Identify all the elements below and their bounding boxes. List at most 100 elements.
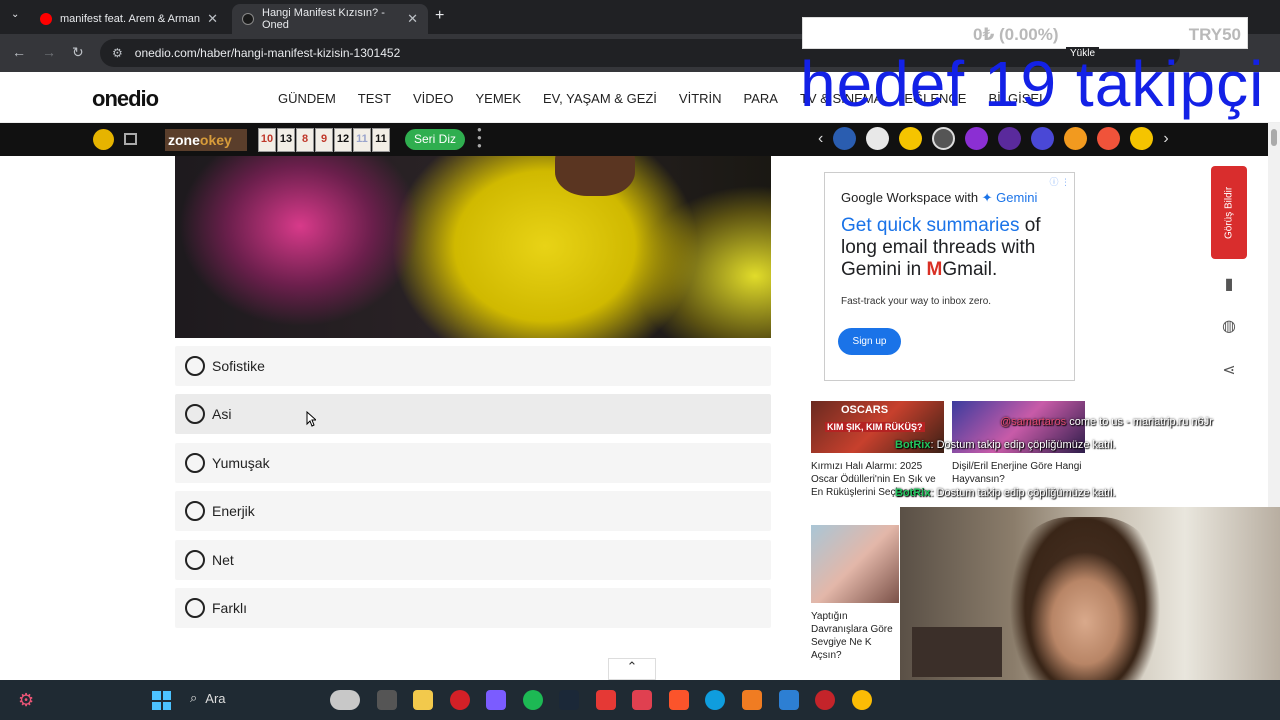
share-icon[interactable]: ⋖ <box>1220 362 1238 380</box>
quiz-option[interactable]: Sofistike <box>175 346 771 386</box>
hero-face <box>555 156 635 196</box>
tab-onedio[interactable]: Hangi Manifest Kızısın? - Oned ✕ <box>232 4 428 34</box>
radio-icon[interactable] <box>185 452 205 473</box>
okey-tile[interactable]: 11 <box>372 128 390 152</box>
chat-text: come to us - mariatrip.ru n6Jr <box>1069 416 1213 428</box>
quiz-option[interactable]: Yumuşak <box>175 442 771 483</box>
search-icon: ⌕ <box>190 690 198 705</box>
okey-tile[interactable]: 10 <box>258 128 276 152</box>
radio-icon[interactable] <box>185 597 205 618</box>
opera-icon[interactable] <box>450 690 470 710</box>
chat-text: Dostum takip edip çöpliğümüze katıl. <box>936 487 1116 499</box>
nav-item-video[interactable]: VİDEO <box>413 91 453 106</box>
nav-item-para[interactable]: PARA <box>744 91 778 106</box>
quiz-option[interactable]: Enerjik <box>175 491 771 532</box>
task-view-icon[interactable] <box>377 690 397 710</box>
window-icon[interactable] <box>124 133 137 145</box>
nav-item-ev-yasam-gezi[interactable]: EV, YAŞAM & GEZİ <box>543 91 657 106</box>
story-carousel: ‹ › <box>818 127 1169 150</box>
story-icon[interactable] <box>1031 127 1055 150</box>
scroll-to-top-button[interactable]: ⌃ <box>608 658 656 680</box>
vscode-icon[interactable] <box>779 690 799 710</box>
onedio-logo[interactable]: onedio <box>92 86 159 112</box>
quiz-option-label: Enerjik <box>212 503 255 520</box>
smiley-icon[interactable] <box>93 129 114 150</box>
gemini-ad[interactable]: ⓘ ⋮ Google Workspace with ✦ Gemini Get q… <box>824 172 1075 381</box>
comments-icon[interactable]: ◍ <box>1220 318 1238 336</box>
back-icon[interactable]: ← <box>12 44 26 60</box>
zone-okey-logo[interactable]: zoneokey <box>165 129 247 151</box>
url-text: onedio.com/haber/hangi-manifest-kizisin-… <box>134 46 401 60</box>
close-tab-icon[interactable]: ✕ <box>407 11 418 27</box>
chevron-left-icon[interactable]: ‹ <box>818 130 823 148</box>
app-icon[interactable] <box>742 690 762 710</box>
tab-search-icon[interactable]: ⌄ <box>11 9 19 20</box>
nav-item-gundem[interactable]: GÜNDEM <box>278 91 336 106</box>
scrollbar-thumb[interactable] <box>1271 129 1277 146</box>
forward-icon[interactable]: → <box>42 44 56 60</box>
okey-label: okey <box>199 132 232 148</box>
brave-icon[interactable] <box>669 690 689 710</box>
feedback-button[interactable]: Görüş Bildir <box>1211 166 1247 259</box>
file-explorer-icon[interactable] <box>413 690 433 710</box>
story-icon[interactable] <box>1064 127 1088 150</box>
steam-icon[interactable] <box>559 690 579 710</box>
quiz-question-image <box>175 156 771 338</box>
radio-icon[interactable] <box>185 404 205 425</box>
spotify-icon[interactable] <box>523 690 543 710</box>
quiz-option[interactable]: Farklı <box>175 587 771 628</box>
ad-info-icon[interactable]: ⓘ ⋮ <box>1049 175 1070 188</box>
story-icon[interactable] <box>899 127 923 150</box>
tab-title: manifest feat. Arem & Arman <box>60 13 201 25</box>
seri-diz-button[interactable]: Seri Diz <box>405 129 465 150</box>
taskbar-search[interactable]: ⌕ Ara <box>190 690 226 706</box>
okey-tile[interactable]: 12 <box>334 128 352 152</box>
heart-eyes-icon[interactable] <box>1097 127 1121 150</box>
bookmark-icon[interactable]: ▮ <box>1220 276 1238 294</box>
radio-icon[interactable] <box>185 549 205 570</box>
quiz-option-label: Yumuşak <box>212 454 270 471</box>
radio-icon[interactable] <box>185 356 205 376</box>
sign-up-button[interactable]: Sign up <box>838 328 901 355</box>
chat-user: @samartaros <box>1000 416 1067 428</box>
quiz-option[interactable]: Asi <box>175 394 771 435</box>
price-change: 0₺ (0.00%) <box>973 25 1059 44</box>
chat-user: BotRix <box>895 487 931 499</box>
close-tab-icon[interactable]: ✕ <box>207 11 218 27</box>
settings-icon[interactable]: ⚙ <box>18 690 34 711</box>
okey-tiles: 10 13 8 9 12 11 11 <box>258 128 390 152</box>
nav-item-vitrin[interactable]: VİTRİN <box>679 91 722 106</box>
site-info-icon[interactable]: ⚙ <box>112 46 123 60</box>
quiz-option[interactable]: Net <box>175 539 771 580</box>
more-dots-icon[interactable]: ● ● ● <box>477 126 482 150</box>
new-tab-icon[interactable]: + <box>435 7 444 25</box>
okey-tile[interactable]: 9 <box>315 128 333 152</box>
nav-item-yemek[interactable]: YEMEK <box>475 91 521 106</box>
app-icon[interactable] <box>632 690 652 710</box>
okey-tile[interactable]: 8 <box>296 128 314 152</box>
app-icon[interactable] <box>596 690 616 710</box>
radio-icon[interactable] <box>185 501 205 522</box>
vivaldi-icon[interactable] <box>815 690 835 710</box>
story-icon[interactable] <box>965 127 989 150</box>
story-icon[interactable] <box>833 127 857 150</box>
story-icon[interactable] <box>932 127 956 150</box>
sad-face-icon[interactable] <box>1130 127 1154 150</box>
ad-headline-end: Gmail. <box>942 259 998 280</box>
youtube-favicon-icon <box>40 13 52 25</box>
story-icon[interactable] <box>998 127 1022 150</box>
reload-icon[interactable]: ↻ <box>72 44 84 61</box>
chevron-right-icon[interactable]: › <box>1163 130 1168 148</box>
nav-item-test[interactable]: TEST <box>358 91 391 106</box>
edge-icon[interactable] <box>705 690 725 710</box>
follower-goal-overlay: hedef 19 takipçi ( <box>800 48 1280 120</box>
widgets-icon[interactable] <box>330 690 360 710</box>
start-button[interactable] <box>152 691 171 710</box>
okey-tile[interactable]: 13 <box>277 128 295 152</box>
quiz-option-label: Asi <box>212 406 232 423</box>
chrome-icon[interactable] <box>852 690 872 710</box>
story-icon[interactable] <box>866 127 890 150</box>
okey-tile[interactable]: 11 <box>353 128 371 152</box>
tab-youtube[interactable]: manifest feat. Arem & Arman ✕ <box>30 4 228 34</box>
copilot-icon[interactable] <box>486 690 506 710</box>
